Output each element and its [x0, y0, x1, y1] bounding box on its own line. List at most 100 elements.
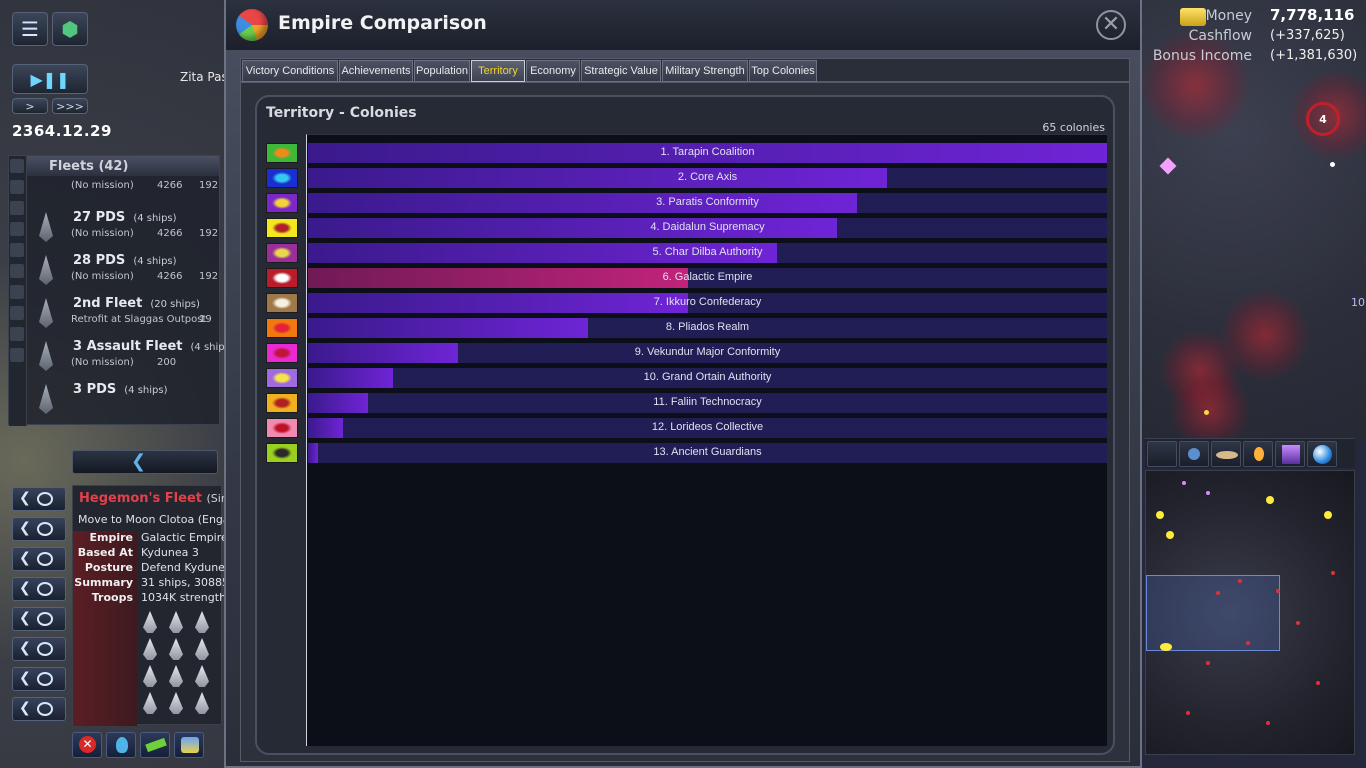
planets-tool-button[interactable]: ❮	[12, 517, 66, 541]
fleet-list-item[interactable]: 27 PDS (4 ships) (No mission) 4266 192	[29, 206, 221, 248]
view-tool-button[interactable]: ❮	[12, 547, 66, 571]
tab-economy[interactable]: Economy	[526, 60, 580, 82]
waypoint-diamond[interactable]	[1159, 157, 1177, 175]
minimap-star	[1296, 621, 1300, 625]
empire-flag-icon	[266, 218, 298, 238]
speed-fastest-button[interactable]: >>>	[52, 98, 88, 114]
fleet-mission: (No mission)	[71, 228, 134, 239]
settings-tool-button[interactable]: ❮	[12, 607, 66, 631]
fleet-list-item[interactable]: 3 PDS (4 ships)	[29, 378, 221, 420]
planet-icon	[1188, 448, 1200, 460]
ship-icon[interactable]	[143, 611, 157, 633]
ship-icon[interactable]	[169, 665, 183, 687]
bar-label: 11. Faliin Technocracy	[653, 396, 762, 408]
help-tool-button[interactable]: ❮	[12, 697, 66, 721]
tab-military-strength[interactable]: Military Strength	[662, 60, 748, 82]
fleet-list-item[interactable]: 2nd Fleet (20 ships) Retrofit at Slaggas O…	[29, 292, 221, 334]
ship-icon[interactable]	[169, 692, 183, 714]
location-label[interactable]: Zita Pas	[180, 70, 228, 84]
fleet-info-title[interactable]: Hegemon's Fleet (Sini	[79, 491, 231, 506]
filter-nebula-button[interactable]	[1275, 441, 1305, 467]
chevron-left-icon: ❮	[19, 640, 31, 656]
chevron-left-icon: ❮	[19, 670, 31, 686]
ship-icon[interactable]	[169, 611, 183, 633]
flag-tool-button[interactable]: ❮	[12, 637, 66, 661]
attack-button[interactable]	[140, 732, 170, 758]
empire-emblem-icon	[272, 397, 292, 409]
star[interactable]	[1204, 410, 1209, 415]
tab-strategic-value[interactable]: Strategic Value	[581, 60, 661, 82]
empire-emblem-icon	[272, 447, 292, 459]
speed-fast-label: >	[25, 99, 35, 113]
ship-icon[interactable]	[143, 638, 157, 660]
fleet-name: 28 PDS (4 ships)	[73, 253, 177, 268]
crosshair-lock-icon	[37, 492, 53, 506]
minimap-star	[1206, 491, 1210, 495]
tree-icon	[37, 672, 53, 686]
ship-icon[interactable]	[195, 692, 209, 714]
fleet-field-label: Summary	[74, 576, 133, 589]
tab-achievements[interactable]: Achievements	[339, 60, 413, 82]
ship-icon[interactable]	[143, 665, 157, 687]
fleets-header[interactable]: Fleets (42)	[9, 156, 219, 176]
explore-button[interactable]	[174, 732, 204, 758]
fleet-list-item[interactable]: 3 Assault Fleet (4 ships) (No mission) 200	[29, 335, 234, 377]
galaxy-minimap[interactable]	[1145, 470, 1355, 755]
filter-icon[interactable]	[10, 327, 24, 341]
tab-victory-conditions[interactable]: Victory Conditions	[242, 60, 338, 82]
fleet-list-item[interactable]: (No mission) 4266 192	[29, 178, 221, 196]
fleets-filter-sidebar	[9, 156, 27, 426]
help-button[interactable]: ⬢	[52, 12, 88, 46]
filter-icon[interactable]	[10, 285, 24, 299]
filter-icon[interactable]	[10, 201, 24, 215]
window-title-bar[interactable]: Empire Comparison ✕	[226, 0, 1140, 50]
filter-icon[interactable]	[10, 306, 24, 320]
speed-fast-button[interactable]: >	[12, 98, 48, 114]
filter-planets-button[interactable]	[1179, 441, 1209, 467]
play-pause-button[interactable]: ▶❚❚	[12, 64, 88, 94]
minimap-star	[1216, 591, 1220, 595]
tab-population[interactable]: Population	[414, 60, 470, 82]
empire-emblem-icon	[272, 347, 292, 359]
finance-summary[interactable]: Money 7,778,116 Cashflow (+337,625) Bonus …	[1150, 6, 1357, 66]
planet-marker[interactable]: 4	[1306, 102, 1340, 136]
tab-territory[interactable]: Territory	[471, 60, 525, 82]
filter-icon[interactable]	[10, 348, 24, 362]
fleet-list-item[interactable]: 28 PDS (4 ships) (No mission) 4266 192	[29, 249, 221, 291]
filter-icon[interactable]	[10, 243, 24, 257]
refuel-button[interactable]	[106, 732, 136, 758]
cancel-button[interactable]: ✕	[72, 732, 102, 758]
tab-top-colonies[interactable]: Top Colonies	[749, 60, 817, 82]
ships-tool-button[interactable]: ❮	[12, 577, 66, 601]
filter-galaxy-button[interactable]	[1307, 441, 1337, 467]
ship-icon[interactable]	[143, 692, 157, 714]
research-tool-button[interactable]: ❮	[12, 667, 66, 691]
bar-label: 4. Daidalun Supremacy	[650, 221, 765, 233]
filter-stars-button[interactable]	[1243, 441, 1273, 467]
fleet-info-panel: Hegemon's Fleet (Sini Move to Moon Cloto…	[72, 485, 243, 726]
ship-icon[interactable]	[169, 638, 183, 660]
selection-tool-button[interactable]: ❮	[12, 487, 66, 511]
minimap-viewport[interactable]	[1146, 575, 1280, 651]
minimap-star	[1324, 511, 1332, 519]
star[interactable]	[1330, 162, 1335, 167]
galaxy-background-right[interactable]: 4 10	[1140, 0, 1366, 440]
ship-icon[interactable]	[195, 665, 209, 687]
close-icon: ✕	[79, 736, 96, 753]
fleet-strength: 19	[199, 314, 212, 325]
filter-icon[interactable]	[10, 180, 24, 194]
empire-flag-icon	[266, 393, 298, 413]
filter-gas-giants-button[interactable]	[1211, 441, 1241, 467]
ship-icon[interactable]	[195, 638, 209, 660]
filter-ships-button[interactable]	[1147, 441, 1177, 467]
ship-icon[interactable]	[195, 611, 209, 633]
panel-collapse-bar[interactable]: ❮	[72, 450, 218, 474]
empire-flag-icon	[266, 268, 298, 288]
filter-icon[interactable]	[10, 264, 24, 278]
close-button[interactable]: ✕	[1096, 10, 1126, 40]
menu-button[interactable]: ☰	[12, 12, 48, 46]
filter-icon[interactable]	[10, 222, 24, 236]
filter-icon[interactable]	[10, 159, 24, 173]
bar-label: 12. Lorideos Collective	[651, 421, 764, 433]
fuel-icon	[116, 737, 128, 753]
